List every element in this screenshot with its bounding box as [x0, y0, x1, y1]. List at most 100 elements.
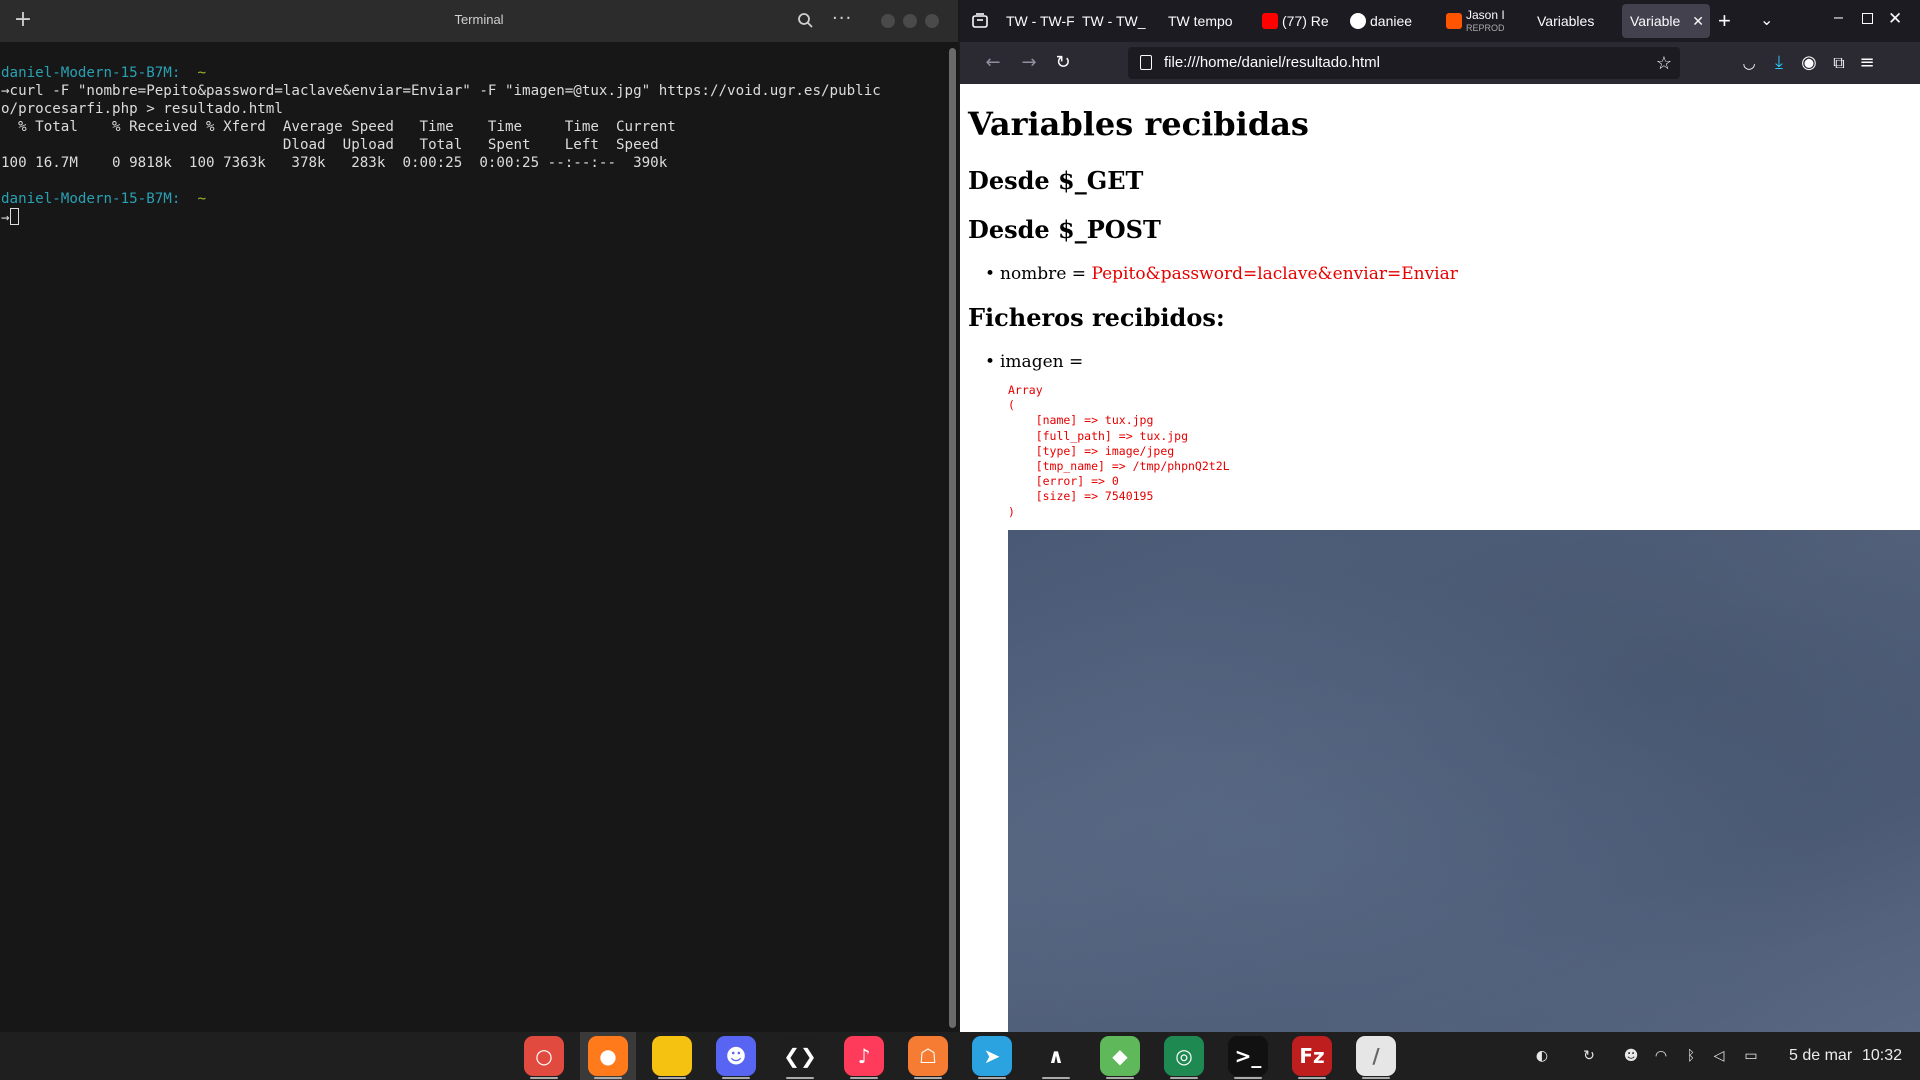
search-icon[interactable]	[796, 11, 816, 31]
screenshot-app-icon[interactable]: ○	[524, 1036, 564, 1076]
pocket-icon[interactable]: ◡	[1738, 52, 1760, 74]
menu-icon[interactable]: ≡	[1856, 52, 1878, 74]
tab[interactable]: Jason I REPROD	[1444, 4, 1528, 38]
terminal-line: 100 16.7M 0 9818k 100 7363k 378k 283k 0:…	[1, 155, 668, 171]
close-tab-icon[interactable]: ✕	[1692, 4, 1704, 38]
store-icon[interactable]: ☖	[908, 1036, 948, 1076]
terminal-line: Dload Upload Total Spent Left Speed	[1, 137, 659, 153]
running-indicator	[1362, 1077, 1390, 1079]
chevron-down-icon[interactable]: ⌄	[1760, 10, 1773, 30]
prompt-host: daniel-Modern-15-B7M:	[1, 65, 181, 81]
globe-app-icon[interactable]: ◎	[1164, 1036, 1204, 1076]
tab-label: (77) Re	[1282, 13, 1329, 29]
app-glyph: /	[1372, 1044, 1380, 1068]
vscode-icon[interactable]: ❮❯	[780, 1036, 820, 1076]
minimize-icon[interactable]: –	[1834, 9, 1843, 27]
terminal-line: % Total % Received % Xferd Average Speed…	[1, 119, 676, 135]
soundcloud-icon	[1446, 13, 1462, 29]
app-glyph: ∧	[1047, 1044, 1065, 1068]
text-editor-icon[interactable]: /	[1356, 1036, 1396, 1076]
clock-date[interactable]: 5 de mar	[1789, 1047, 1852, 1065]
discord-icon[interactable]: ☻	[716, 1036, 756, 1076]
browser-window[interactable]: TW - TW-F TW - TW_ TW tempo (77) Re daniee Ja…	[960, 0, 1920, 1032]
vpn-icon[interactable]: ◐	[1534, 1048, 1550, 1064]
terminal-line: →curl -F "nombre=Pepito&password=laclave…	[1, 83, 881, 99]
prompt-directory: ~	[197, 65, 207, 81]
new-tab-icon[interactable]: +	[1718, 8, 1731, 34]
forward-icon[interactable]: →	[1018, 52, 1040, 74]
terminal-input-line[interactable]: →	[1, 208, 944, 227]
document-icon	[1140, 55, 1152, 70]
bookmark-star-icon[interactable]: ☆	[1656, 47, 1672, 79]
maximize-button[interactable]	[903, 14, 917, 28]
running-indicator	[1170, 1077, 1198, 1079]
telegram-icon[interactable]: ➤	[972, 1036, 1012, 1076]
firefox-icon[interactable]: ●	[588, 1036, 628, 1076]
url-bar[interactable]: file:///home/daniel/resultado.html ☆	[1128, 47, 1680, 79]
running-indicator	[978, 1077, 1006, 1079]
terminal-prompt: daniel-Modern-15-B7M: ~	[1, 190, 944, 208]
extensions-icon[interactable]: ⧉	[1828, 52, 1850, 74]
minimize-button[interactable]	[881, 14, 895, 28]
bluetooth-icon[interactable]: ᛒ	[1683, 1048, 1699, 1064]
app-glyph	[652, 1036, 692, 1076]
volume-icon[interactable]: ◁	[1711, 1048, 1727, 1064]
close-button[interactable]	[925, 14, 939, 28]
tab[interactable]: TW tempo	[1166, 4, 1252, 38]
clock-time[interactable]: 10:32	[1862, 1047, 1902, 1065]
url-text[interactable]: file:///home/daniel/resultado.html	[1164, 54, 1380, 71]
maximize-icon[interactable]	[1862, 13, 1873, 24]
account-icon[interactable]: ◉	[1798, 52, 1820, 74]
tab-label: daniee	[1370, 13, 1413, 29]
reload-icon[interactable]: ↻	[1052, 52, 1074, 74]
tab-label: Jason I REPROD	[1466, 8, 1505, 34]
files-icon[interactable]	[652, 1036, 692, 1076]
array-dump: Array ( [name] => tux.jpg [full_path] =>…	[1008, 383, 1230, 519]
tab-label: Variables	[1537, 13, 1595, 29]
music-icon[interactable]: ♪	[844, 1036, 884, 1076]
more-options-icon[interactable]: ···	[832, 8, 852, 29]
filezilla-icon[interactable]: Fz	[1292, 1036, 1332, 1076]
tab-label: TW tempo	[1168, 13, 1233, 29]
back-icon[interactable]: ←	[982, 52, 1004, 74]
terminal-titlebar[interactable]: + Terminal ···	[0, 0, 958, 42]
taskbar: ○ ● ☻ ❮❯ ♪ ☖ ➤ ∧ ◆ ◎ >_ Fz / ◐ ↻ ☻ ◠ ᛒ ◁ ▭ 5 de mar 10:32	[0, 1032, 1920, 1080]
running-indicator	[850, 1077, 878, 1079]
tab[interactable]: daniee	[1348, 4, 1436, 38]
app-glyph: >_	[1234, 1044, 1262, 1068]
terminal-prompt: daniel-Modern-15-B7M: ~	[1, 64, 944, 82]
page-title: Variables recibidas	[968, 105, 1309, 143]
terminal-app-icon[interactable]: >_	[1228, 1036, 1268, 1076]
tab-overview-icon[interactable]	[970, 12, 990, 32]
close-icon[interactable]: ✕	[1888, 9, 1902, 29]
file-key: imagen	[1000, 352, 1064, 372]
terminal-line: o/procesarfi.php > resultado.html	[1, 101, 283, 117]
app-glyph: ❮❯	[783, 1044, 817, 1068]
wifi-icon[interactable]: ◠	[1653, 1048, 1669, 1064]
post-sep: =	[1066, 264, 1092, 284]
terminal-cursor	[9, 208, 19, 225]
cube-app-icon[interactable]: ◆	[1100, 1036, 1140, 1076]
navigation-toolbar: ← → ↻ file:///home/daniel/resultado.html…	[960, 42, 1920, 84]
tab[interactable]: TW - TW_	[1080, 4, 1158, 38]
sync-icon[interactable]: ↻	[1581, 1048, 1597, 1064]
terminal-window[interactable]: + Terminal ··· daniel-Modern-15-B7M: ~ →c…	[0, 0, 958, 1032]
terminal-scrollbar[interactable]	[949, 48, 956, 1028]
terminal-output[interactable]: daniel-Modern-15-B7M: ~ →curl -F "nombre=…	[0, 64, 944, 1032]
tab[interactable]: TW - TW-F	[1004, 4, 1074, 38]
downloads-icon[interactable]: ⤓	[1768, 52, 1790, 74]
kdenlive-icon[interactable]: ∧	[1036, 1036, 1076, 1076]
tab[interactable]: (77) Re	[1260, 4, 1340, 38]
uploaded-image	[1008, 530, 1920, 1032]
post-heading: Desde $_POST	[968, 215, 1161, 244]
tab-label: Variable	[1630, 13, 1681, 29]
tab[interactable]: Variable ✕	[1622, 4, 1710, 38]
running-indicator	[786, 1077, 814, 1079]
page-content: Variables recibidas Desde $_GET Desde $_…	[960, 84, 1920, 1032]
tab[interactable]: Variables	[1535, 4, 1615, 38]
app-glyph: ♪	[857, 1044, 871, 1068]
discord-tray-icon[interactable]: ☻	[1623, 1048, 1639, 1064]
tab-bar: TW - TW-F TW - TW_ TW tempo (77) Re daniee Ja…	[960, 0, 1920, 42]
battery-icon[interactable]: ▭	[1743, 1048, 1759, 1064]
